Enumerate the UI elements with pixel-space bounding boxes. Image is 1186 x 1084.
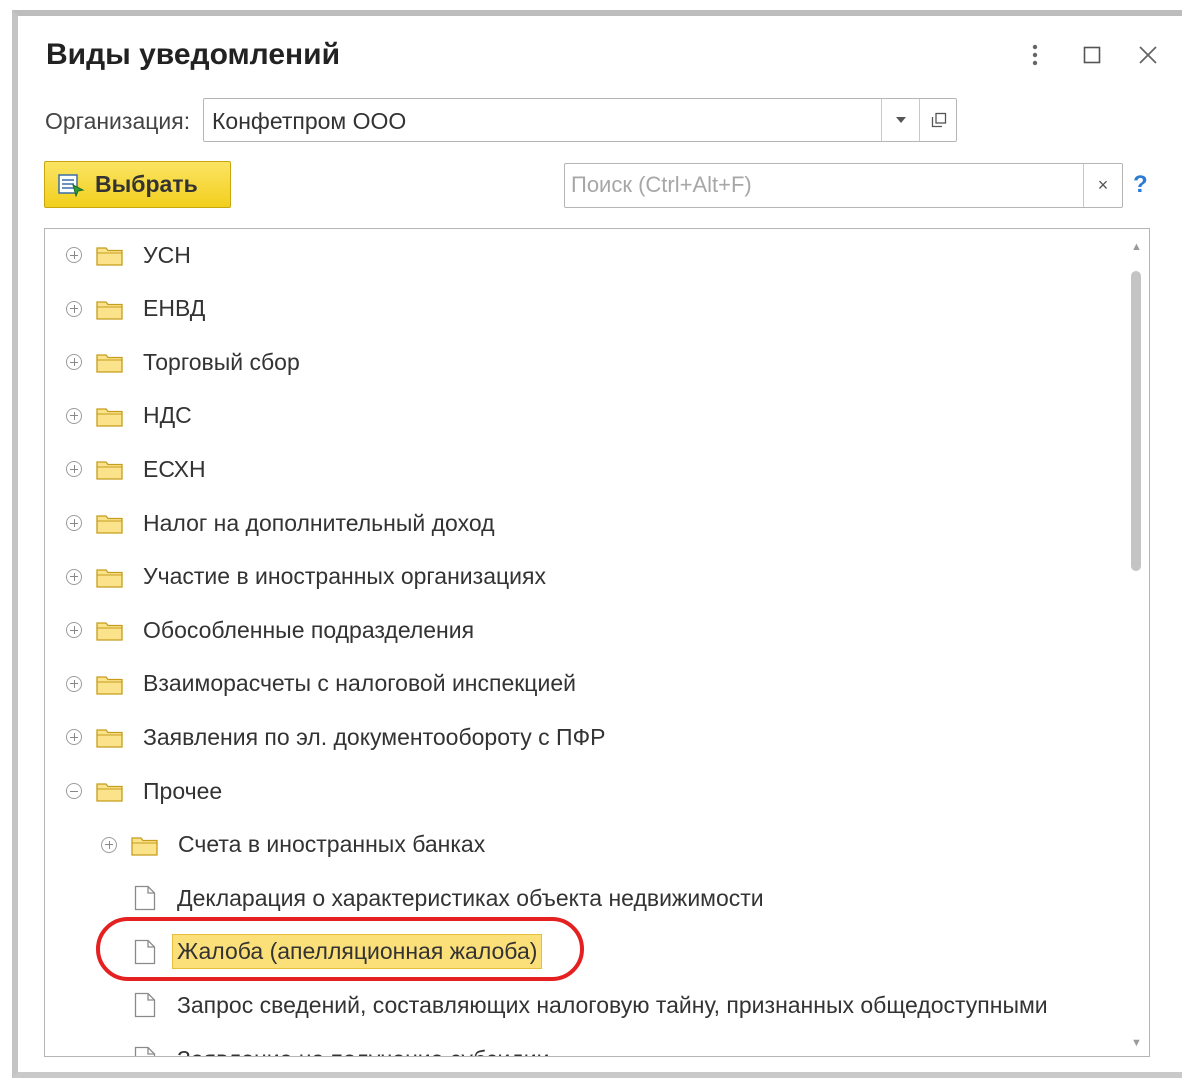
document-icon bbox=[134, 939, 156, 965]
tree-folder-row[interactable]: ЕСХН bbox=[66, 449, 206, 489]
select-list-icon bbox=[57, 173, 85, 198]
tree-folder-row[interactable]: Счета в иностранных банках bbox=[101, 825, 485, 865]
search-clear-button[interactable]: × bbox=[1083, 164, 1122, 207]
tree-item-row[interactable]: Жалоба (апелляционная жалоба) bbox=[134, 932, 543, 972]
search-field[interactable]: × bbox=[564, 163, 1123, 208]
scrollbar-thumb[interactable] bbox=[1131, 271, 1141, 571]
tree-item-label: Заявления по эл. документообороту с ПФР bbox=[143, 723, 606, 750]
folder-icon bbox=[96, 405, 123, 427]
organization-value: Конфетпром ООО bbox=[212, 108, 407, 134]
tree-folder-row[interactable]: УСН bbox=[66, 235, 191, 275]
tree-folder-row[interactable]: ЕНВД bbox=[66, 289, 205, 329]
tree-item-label: Участие в иностранных организациях bbox=[143, 563, 546, 590]
folder-icon bbox=[96, 512, 123, 534]
tree-item-label: ЕСХН bbox=[143, 455, 206, 482]
document-icon bbox=[134, 885, 156, 911]
folder-icon bbox=[96, 566, 123, 588]
tree-item-label: Обособленные подразделения bbox=[143, 616, 475, 643]
collapse-icon[interactable] bbox=[66, 783, 82, 799]
expand-icon[interactable] bbox=[66, 729, 82, 746]
organization-label: Организация: bbox=[45, 108, 191, 134]
tree-item-label: Жалоба (апелляционная жалоба) bbox=[172, 934, 543, 970]
search-input[interactable] bbox=[571, 170, 1076, 200]
tree-item-row[interactable]: Декларация о характеристиках объекта нед… bbox=[134, 878, 764, 918]
tree-item-label: Запрос сведений, составляющих налоговую … bbox=[177, 991, 1048, 1018]
folder-icon bbox=[96, 351, 123, 373]
tree-item-label: Декларация о характеристиках объекта нед… bbox=[177, 884, 764, 911]
tree-item-label: Счета в иностранных банках bbox=[178, 831, 486, 858]
vertical-scrollbar[interactable]: ▲ ▼ bbox=[1129, 241, 1143, 1049]
folder-icon bbox=[96, 780, 123, 802]
scroll-up-icon[interactable]: ▲ bbox=[1131, 241, 1142, 253]
tree-item-label: Налог на дополнительный доход bbox=[143, 509, 495, 536]
tree-item-label: Торговый сбор bbox=[143, 348, 300, 375]
expand-icon[interactable] bbox=[66, 300, 82, 317]
tree-folder-row[interactable]: Прочее bbox=[66, 771, 222, 811]
folder-icon bbox=[96, 244, 123, 266]
tree-item-label: Взаиморасчеты с налоговой инспекцией bbox=[143, 670, 576, 697]
tree-folder-row[interactable]: Налог на дополнительный доход bbox=[66, 503, 495, 543]
tree-folder-row[interactable]: Обособленные подразделения bbox=[66, 610, 474, 650]
tree-item-label: Прочее bbox=[143, 777, 223, 804]
expand-icon[interactable] bbox=[66, 247, 82, 263]
folder-icon bbox=[96, 298, 123, 320]
maximize-icon[interactable] bbox=[1077, 40, 1107, 70]
scroll-down-icon[interactable]: ▼ bbox=[1131, 1037, 1142, 1049]
expand-icon[interactable] bbox=[66, 515, 82, 531]
document-icon bbox=[134, 992, 156, 1018]
expand-icon[interactable] bbox=[66, 354, 82, 371]
organization-field[interactable]: Конфетпром ООО bbox=[203, 98, 957, 142]
close-icon[interactable] bbox=[1133, 40, 1163, 70]
folder-icon bbox=[96, 458, 123, 481]
tree-item-row[interactable]: Запрос сведений, составляющих налоговую … bbox=[134, 985, 1048, 1025]
folder-icon bbox=[96, 619, 123, 641]
tree-folder-row[interactable]: Заявления по эл. документообороту с ПФР bbox=[66, 717, 605, 757]
dropdown-arrow-icon[interactable] bbox=[881, 99, 920, 141]
tree-item-label: УСН bbox=[143, 241, 191, 268]
select-button[interactable]: Выбрать bbox=[44, 161, 231, 208]
help-button[interactable]: ? bbox=[1133, 171, 1148, 199]
folder-icon bbox=[96, 673, 123, 695]
tree-folder-row[interactable]: Участие в иностранных организациях bbox=[66, 557, 546, 597]
more-vertical-icon[interactable] bbox=[1020, 40, 1050, 70]
tree-folder-row[interactable]: НДС bbox=[66, 396, 192, 436]
tree-item-label: ЕНВД bbox=[143, 295, 206, 322]
folder-icon bbox=[96, 726, 123, 749]
folder-icon bbox=[131, 834, 158, 856]
expand-icon[interactable] bbox=[66, 568, 82, 585]
select-button-label: Выбрать bbox=[95, 171, 198, 197]
expand-icon[interactable] bbox=[101, 836, 117, 853]
tree-item-label: Заявление на получение субсидии bbox=[177, 1046, 549, 1057]
open-form-icon[interactable] bbox=[919, 99, 958, 141]
expand-icon[interactable] bbox=[66, 407, 82, 424]
expand-icon[interactable] bbox=[66, 461, 82, 478]
notification-types-tree: УСН ЕНВД Торговый сбор НДС ЕСХН Налог на допо… bbox=[44, 228, 1150, 1057]
tree-folder-row[interactable]: Взаиморасчеты с налоговой инспекцией bbox=[66, 664, 576, 704]
tree-item-row[interactable]: Заявление на получение субсидии bbox=[134, 1039, 549, 1057]
window-title: Виды уведомлений bbox=[46, 38, 341, 71]
expand-icon[interactable] bbox=[66, 622, 82, 639]
tree-folder-row[interactable]: Торговый сбор bbox=[66, 342, 300, 382]
tree-item-label: НДС bbox=[143, 402, 192, 429]
document-icon bbox=[134, 1046, 156, 1056]
expand-icon[interactable] bbox=[66, 675, 82, 692]
